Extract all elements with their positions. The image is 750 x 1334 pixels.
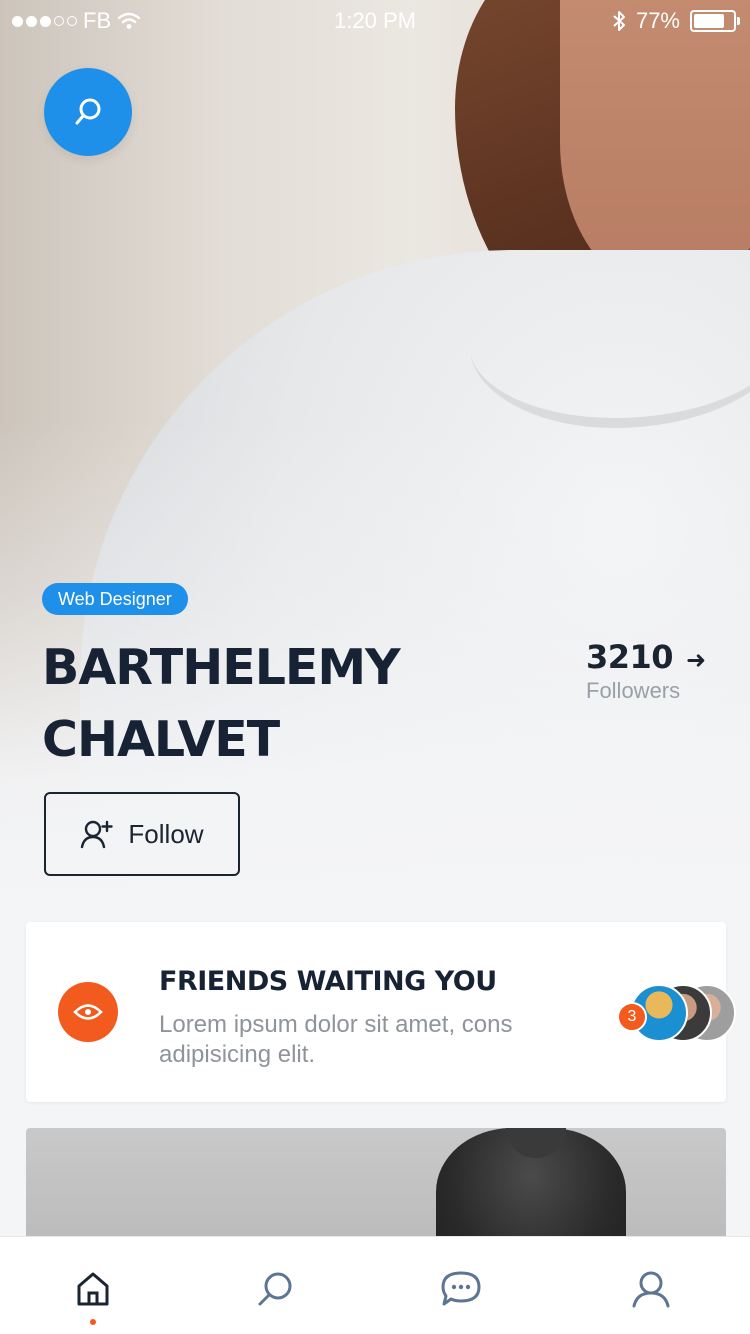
last-name: CHALVET xyxy=(42,711,280,768)
hero-neck xyxy=(560,0,750,290)
user-icon xyxy=(632,1271,670,1308)
arrow-right-icon: ➜ xyxy=(686,647,707,674)
notification-badge: 3 xyxy=(617,1002,647,1032)
tab-profile[interactable] xyxy=(616,1259,686,1319)
followers-label: Followers xyxy=(586,678,681,703)
follow-label: Follow xyxy=(128,818,204,849)
search-button[interactable] xyxy=(44,68,132,156)
tab-search[interactable] xyxy=(240,1259,310,1319)
tab-home[interactable] xyxy=(58,1259,128,1325)
friend-avatars[interactable]: 3 xyxy=(610,984,736,1042)
role-badge: Web Designer xyxy=(42,583,188,615)
hero-collar xyxy=(470,248,750,428)
add-user-icon xyxy=(81,820,114,849)
chat-bubble-icon xyxy=(441,1271,481,1306)
card-title: FRIENDS WAITING YOU xyxy=(159,966,497,997)
profile-screen: FB 1:20 PM 77% Web Designer BARTHELEMY C… xyxy=(0,0,750,1334)
home-icon xyxy=(77,1272,109,1306)
battery-icon xyxy=(690,10,740,32)
profile-name: BARTHELEMY CHALVET xyxy=(42,632,462,776)
tab-bar xyxy=(0,1236,750,1334)
status-bar: FB 1:20 PM 77% xyxy=(0,0,750,40)
tab-messages[interactable] xyxy=(426,1259,496,1319)
eye-icon xyxy=(58,982,118,1042)
search-icon xyxy=(258,1272,292,1306)
friends-waiting-card[interactable]: FRIENDS WAITING YOU Lorem ipsum dolor si… xyxy=(26,922,736,1102)
search-icon xyxy=(75,98,101,125)
followers-link[interactable]: 3210 ➜ Followers xyxy=(586,638,716,704)
first-name: BARTHELEMY xyxy=(42,639,401,696)
card-description: Lorem ipsum dolor sit amet, cons adipisi… xyxy=(159,1011,513,1068)
follow-button[interactable]: Follow xyxy=(44,792,240,876)
status-right: 77% xyxy=(612,8,740,34)
active-tab-indicator xyxy=(90,1319,96,1325)
battery-label: 77% xyxy=(635,8,680,33)
bluetooth-icon xyxy=(613,11,625,31)
